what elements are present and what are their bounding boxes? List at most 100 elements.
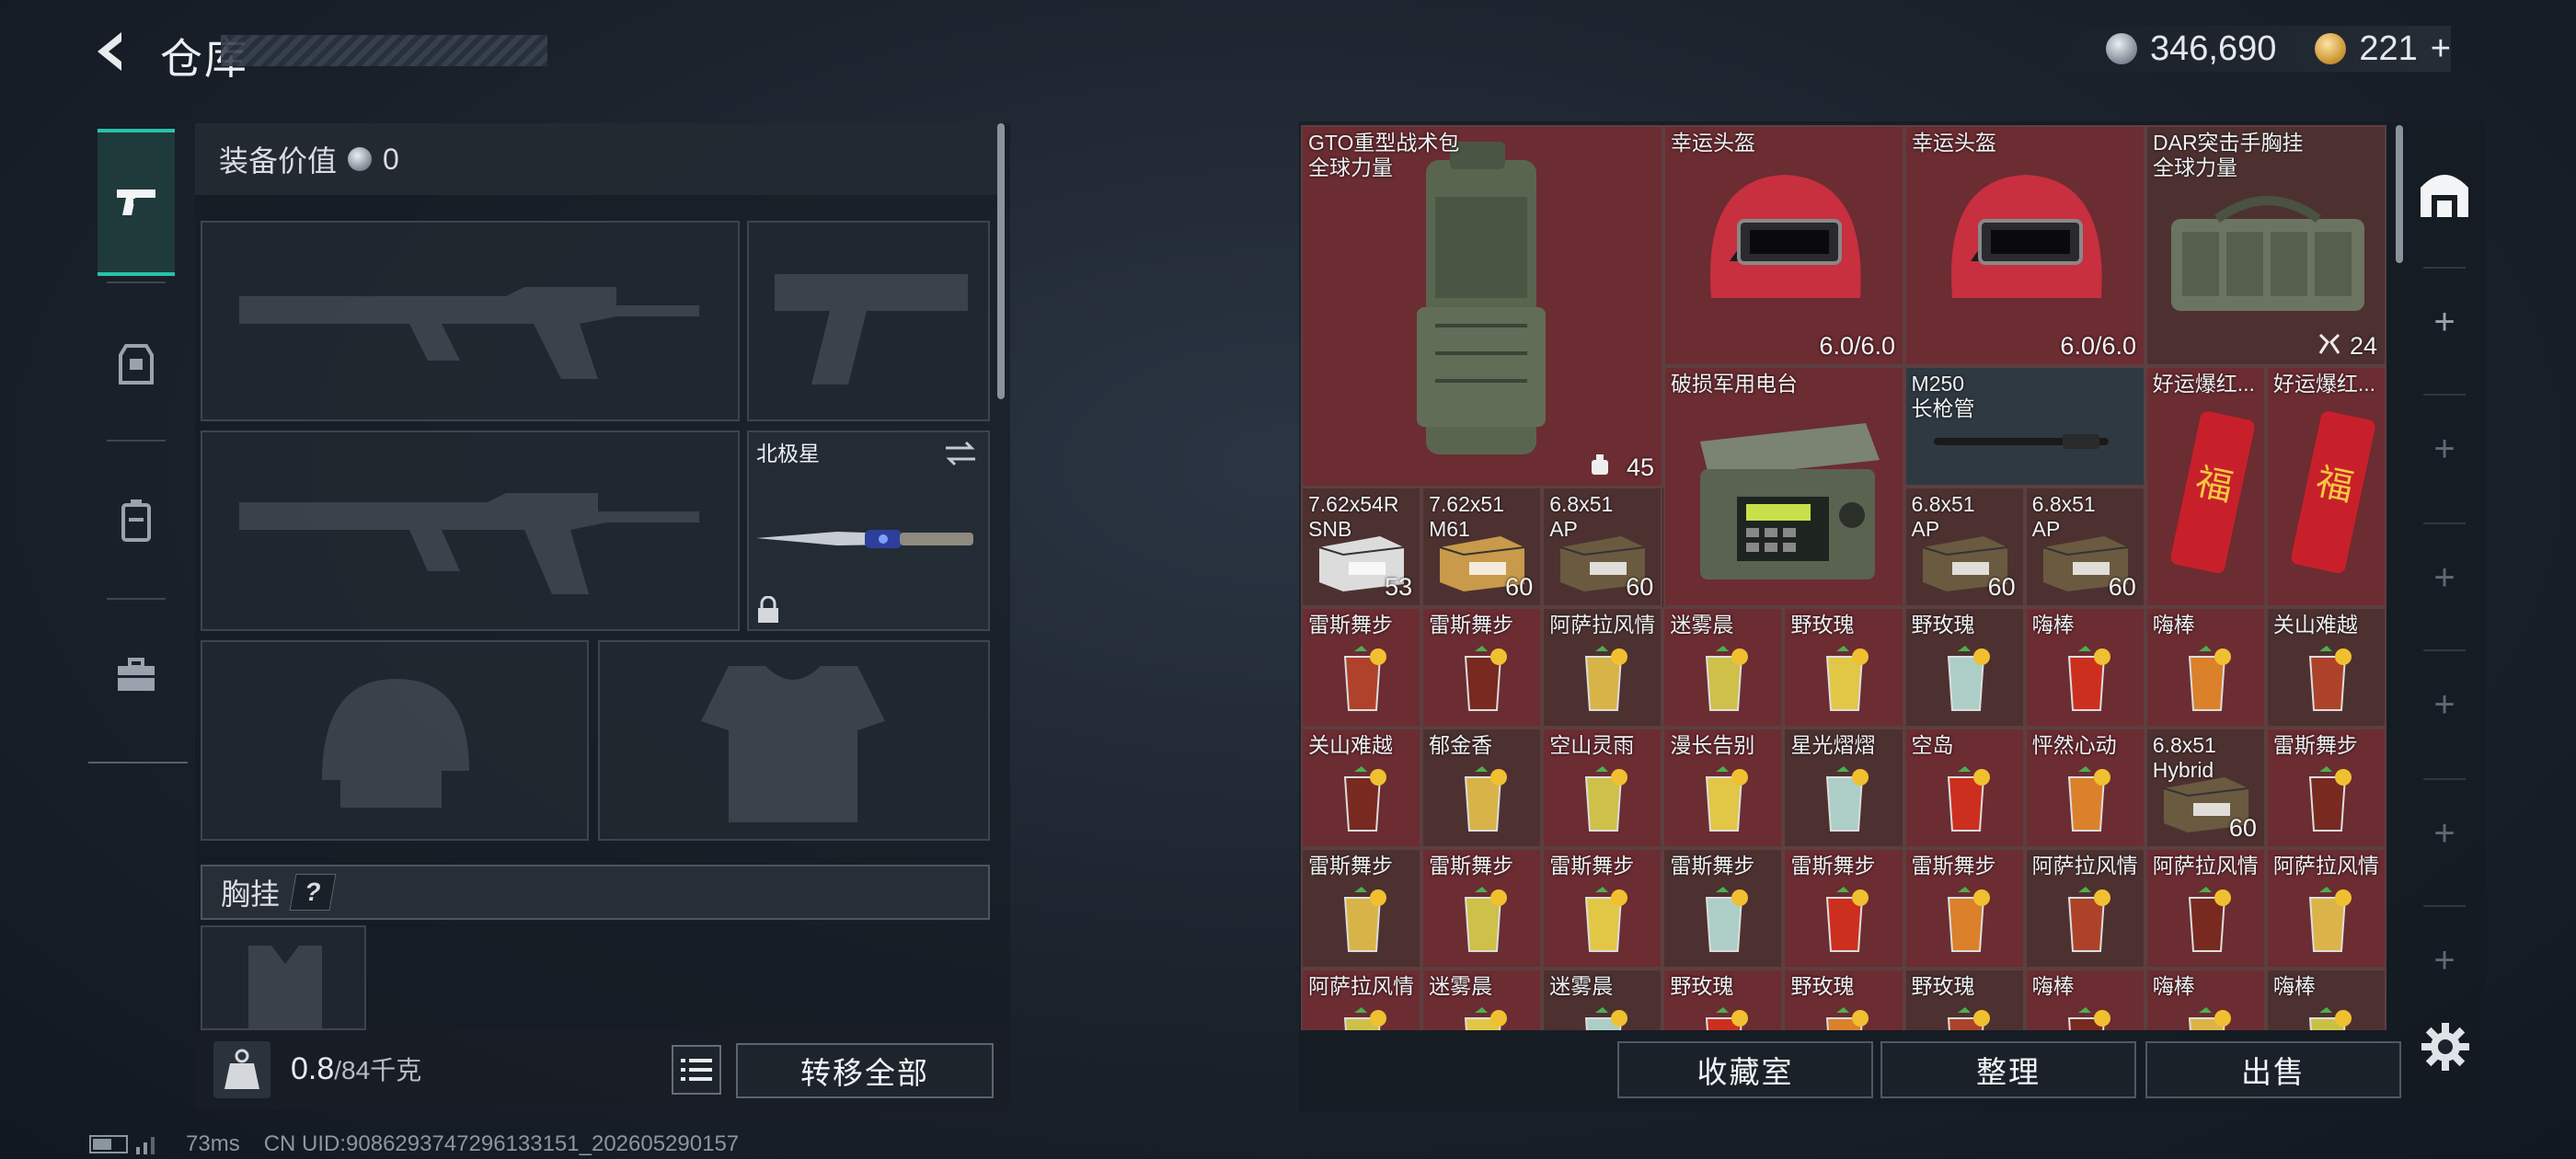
- grid-item-helmet[interactable]: 幸运头盔 6.0/6.0: [1904, 125, 2145, 366]
- grid-item[interactable]: 阿萨拉风情: [2024, 848, 2145, 969]
- grid-item[interactable]: 阿萨拉风情: [1301, 969, 1422, 1030]
- helmet-slot[interactable]: [201, 640, 589, 841]
- help-button[interactable]: ?: [289, 874, 337, 911]
- add-gold-button[interactable]: +: [2431, 29, 2451, 69]
- grid-item[interactable]: 星光熠熠: [1783, 728, 1904, 848]
- equipment-scrollbar[interactable]: [997, 123, 1005, 399]
- item-name: 雷斯舞步: [1429, 613, 1514, 637]
- grid-item[interactable]: 6.8x51 AP 60: [1903, 487, 2025, 607]
- primary-weapon-slot-1[interactable]: [201, 221, 740, 421]
- grid-item-chest-rig[interactable]: DAR突击手胸挂 全球力量 24: [2145, 125, 2386, 366]
- melee-slot[interactable]: 北极星: [747, 430, 990, 631]
- rifle-barrel-image: [1933, 434, 2109, 449]
- grid-item[interactable]: 雷斯舞步: [1421, 848, 1543, 969]
- item-name: 雷斯舞步: [1308, 854, 1393, 878]
- pistol-slot[interactable]: [747, 221, 990, 421]
- lucky-helmet-image: [1951, 175, 2102, 298]
- grid-item[interactable]: 好运爆红... 福: [2145, 366, 2266, 607]
- grid-item[interactable]: 野玫瑰: [1903, 607, 2025, 728]
- grid-item[interactable]: 6.8x51 AP 60: [1542, 487, 1663, 607]
- grid-item[interactable]: 迷雾晨: [1542, 969, 1663, 1030]
- grid-item[interactable]: 6.8x51 AP 60: [2024, 487, 2145, 607]
- armor-silhouette-icon: [701, 666, 885, 822]
- grid-item[interactable]: 怦然心动: [2024, 728, 2145, 848]
- add-storage-tab-button[interactable]: +: [2410, 778, 2478, 889]
- add-storage-tab-button[interactable]: +: [2410, 649, 2478, 760]
- tab-storage-main[interactable]: [2410, 138, 2478, 248]
- add-storage-tab-button[interactable]: +: [2410, 522, 2478, 633]
- add-storage-tab-button[interactable]: +: [2410, 394, 2478, 504]
- swap-icon[interactable]: [944, 440, 977, 467]
- grid-item[interactable]: 嗨棒: [2024, 969, 2145, 1030]
- item-name: 雷斯舞步: [1790, 854, 1876, 878]
- grid-item[interactable]: 嗨棒: [2265, 969, 2386, 1030]
- tactical-backpack-image: [1417, 142, 1546, 454]
- tab-case[interactable]: [98, 602, 175, 749]
- body-armor-slot[interactable]: [598, 640, 990, 841]
- primary-weapon-slot-2[interactable]: [201, 430, 740, 631]
- tab-backpack[interactable]: [98, 447, 175, 594]
- grid-item[interactable]: 嗨棒: [2145, 969, 2266, 1030]
- settings-gear-icon[interactable]: [2420, 1021, 2471, 1073]
- transfer-all-button[interactable]: 转移全部: [736, 1043, 994, 1098]
- add-storage-tab-button[interactable]: +: [2410, 267, 2478, 377]
- grid-item[interactable]: 雷斯舞步: [1421, 607, 1543, 728]
- item-name: 野玫瑰: [1670, 974, 1734, 998]
- grid-item[interactable]: 6.8x51 Hybrid 60: [2145, 728, 2266, 848]
- storage-scrollbar[interactable]: [2396, 125, 2403, 263]
- grid-item[interactable]: 漫长告别: [1662, 728, 1784, 848]
- grid-item-radio[interactable]: 破损军用电台: [1663, 366, 1904, 607]
- grid-item[interactable]: 雷斯舞步: [1783, 848, 1904, 969]
- grid-item[interactable]: 阿萨拉风情: [2265, 848, 2386, 969]
- grid-item[interactable]: 野玫瑰: [1903, 969, 2025, 1030]
- grid-item[interactable]: 阿萨拉风情: [2145, 848, 2266, 969]
- grid-item[interactable]: 雷斯舞步: [1301, 607, 1422, 728]
- item-count: 53: [1385, 573, 1413, 601]
- cocktail-image: [1465, 1007, 1508, 1030]
- weight-icon: [213, 1041, 270, 1098]
- organize-button[interactable]: 整理: [1880, 1041, 2136, 1098]
- grid-item[interactable]: 雷斯舞步: [1301, 848, 1422, 969]
- grid-item[interactable]: 野玫瑰: [1783, 607, 1904, 728]
- item-name: 野玫瑰: [1790, 613, 1855, 637]
- grid-item[interactable]: 好运爆红... 福: [2265, 366, 2386, 607]
- grid-item[interactable]: 阿萨拉风情: [1542, 607, 1663, 728]
- back-button[interactable]: [85, 26, 136, 77]
- item-name: 幸运头盔: [1912, 131, 1996, 155]
- cocktail-image: [1826, 646, 1869, 711]
- item-name: 7.62x51 M61: [1429, 492, 1504, 541]
- cocktail-image: [2308, 646, 2352, 711]
- grid-item[interactable]: 空山灵雨: [1542, 728, 1663, 848]
- grid-item[interactable]: 嗨棒: [2145, 607, 2266, 728]
- grid-item[interactable]: 野玫瑰: [1783, 969, 1904, 1030]
- sell-button[interactable]: 出售: [2145, 1041, 2401, 1098]
- grid-item[interactable]: 雷斯舞步: [1662, 848, 1784, 969]
- collection-room-button[interactable]: 收藏室: [1617, 1041, 1873, 1098]
- grid-item[interactable]: 空岛: [1903, 728, 2025, 848]
- grid-item[interactable]: 7.62x51 M61 60: [1421, 487, 1543, 607]
- item-name: 郁金香: [1429, 733, 1493, 757]
- grid-item-helmet[interactable]: 幸运头盔 6.0/6.0: [1663, 125, 1904, 366]
- cocktail-image: [2308, 887, 2352, 952]
- grid-item[interactable]: 雷斯舞步: [1903, 848, 2025, 969]
- grid-item[interactable]: 关山难越: [1301, 728, 1422, 848]
- list-view-button[interactable]: [672, 1045, 721, 1095]
- tab-armor[interactable]: [98, 291, 175, 438]
- grid-item[interactable]: 嗨棒: [2024, 607, 2145, 728]
- cocktail-image: [1947, 766, 1990, 832]
- grid-item[interactable]: M250 长枪管: [1903, 366, 2145, 487]
- grid-item[interactable]: 7.62x54R SNB 53: [1301, 487, 1422, 607]
- add-storage-tab-button[interactable]: +: [2410, 905, 2478, 1016]
- grid-item[interactable]: 关山难越: [2265, 607, 2386, 728]
- grid-item-backpack[interactable]: GTO重型战术包 全球力量 45: [1301, 125, 1663, 488]
- item-name: 漫长告别: [1670, 733, 1755, 757]
- grid-item[interactable]: 郁金香: [1421, 728, 1543, 848]
- grid-item[interactable]: 迷雾晨: [1421, 969, 1543, 1030]
- chest-rig-slot[interactable]: [201, 925, 366, 1030]
- grid-item[interactable]: 迷雾晨: [1662, 607, 1784, 728]
- grid-item[interactable]: 雷斯舞步: [1542, 848, 1663, 969]
- tab-weapons[interactable]: [98, 129, 175, 276]
- grid-item[interactable]: 雷斯舞步: [2265, 728, 2386, 848]
- cocktail-image: [1706, 1007, 1749, 1030]
- grid-item[interactable]: 野玫瑰: [1662, 969, 1784, 1030]
